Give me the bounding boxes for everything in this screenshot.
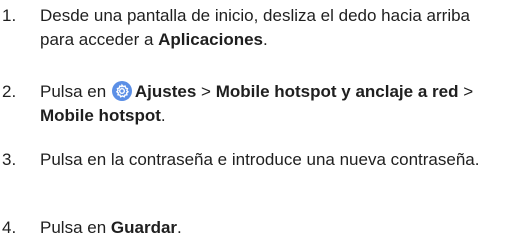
hotspot-tethering-label: Mobile hotspot y anclaje a red: [215, 82, 459, 101]
save-label: Guardar: [110, 218, 178, 237]
settings-gear-icon: [111, 81, 132, 101]
step-text: Pulsa en Guardar.: [40, 218, 182, 237]
step-text: Pulsa en Ajustes > Mobile hotspot y ancl…: [40, 81, 474, 125]
step-text: Pulsa en la contraseña e introduce una n…: [40, 150, 480, 169]
mobile-hotspot-label: Mobile hotspot: [40, 106, 161, 125]
step-number: 4.: [2, 218, 17, 237]
step-number: 1.: [2, 6, 17, 25]
apps-label: Aplicaciones: [158, 30, 264, 49]
step-number: 2.: [2, 82, 17, 101]
step-number: 3.: [2, 150, 17, 169]
step-text: Desde una pantalla de inicio, desliza el…: [40, 6, 471, 49]
settings-label: Ajustes: [134, 82, 197, 101]
